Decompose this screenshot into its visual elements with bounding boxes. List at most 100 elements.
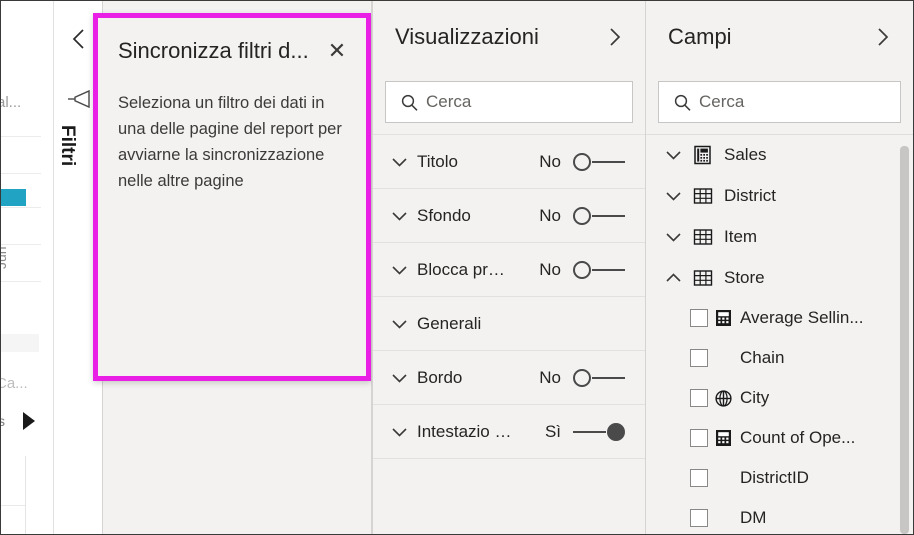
field-table-label: Sales [724, 144, 767, 164]
format-row[interactable]: Generali [373, 296, 645, 350]
expand-chevron[interactable] [391, 210, 417, 222]
report-canvas-sliver: al... Jun Ca... s [1, 1, 52, 534]
field-item-label: Chain [740, 348, 785, 367]
chevron-right-icon [878, 28, 889, 46]
fields-scrollbar[interactable] [900, 146, 909, 534]
field-checkbox[interactable] [690, 309, 708, 327]
filters-pane-title: Filtri [57, 125, 78, 167]
table-icon [693, 187, 713, 204]
expand-chevron[interactable] [391, 372, 417, 384]
format-options-list: Titolo No Sfondo No Blocca pr… No Generali Bord… [373, 134, 645, 534]
chevron-down-icon [392, 319, 407, 329]
field-checkbox[interactable] [690, 509, 708, 527]
measure-table-icon [694, 145, 711, 164]
sync-callout-header: Sincronizza filtri d... ✕ [98, 28, 366, 74]
toggle-knob [573, 368, 591, 387]
field-item[interactable]: Count of Ope... [646, 418, 913, 458]
field-checkbox[interactable] [690, 469, 708, 487]
expand-chevron[interactable] [658, 149, 688, 161]
visualizations-header: Visualizzazioni [373, 1, 645, 73]
field-item[interactable]: DistrictID [646, 458, 913, 498]
chevron-down-icon [665, 232, 681, 242]
field-checkbox[interactable] [690, 429, 708, 447]
toggle-track [592, 376, 625, 379]
expand-chevron[interactable] [391, 426, 417, 438]
measure-icon [715, 430, 731, 446]
format-row-label: Sfondo [417, 205, 471, 225]
format-toggle[interactable] [571, 152, 627, 172]
format-row[interactable]: Titolo No [373, 134, 645, 188]
toggle-track [573, 430, 606, 433]
format-toggle[interactable] [571, 260, 627, 280]
toggle-state-label: No [539, 367, 561, 387]
format-row-label: Blocca pr… [417, 259, 505, 279]
page-title: Visualizzazioni [395, 24, 539, 49]
field-checkbox[interactable] [690, 349, 708, 367]
funnel-icon [67, 89, 90, 109]
expand-chevron[interactable] [391, 264, 417, 276]
toggle-state-label: No [539, 205, 561, 225]
field-item[interactable]: Average Sellin... [646, 298, 913, 338]
format-row[interactable]: Sfondo No [373, 188, 645, 242]
expand-chevron[interactable] [658, 272, 688, 284]
sync-callout-title: Sincronizza filtri d... [118, 38, 309, 63]
field-table-label: Item [724, 226, 758, 246]
field-table-row[interactable]: Item [646, 216, 913, 257]
play-axis-icon[interactable] [23, 412, 35, 430]
expand-chevron[interactable] [658, 231, 688, 243]
field-table-row[interactable]: Store [646, 257, 913, 298]
format-row[interactable]: Blocca pr… No [373, 242, 645, 296]
globe-icon [714, 389, 732, 407]
table-icon [693, 269, 713, 286]
field-item-label: Average Sellin... [740, 308, 864, 327]
table-icon-wrap [688, 269, 718, 287]
chart-gridline [1, 173, 41, 174]
format-row[interactable]: Intestazio … Sì [373, 404, 645, 458]
page-title: Campi [668, 24, 732, 49]
field-checkbox[interactable] [690, 389, 708, 407]
visualizations-search-placeholder: Cerca [426, 92, 472, 111]
globe-icon-wrap [710, 389, 736, 408]
toggle-track [592, 268, 625, 271]
chart-gridline [1, 244, 41, 245]
format-toggle[interactable] [571, 422, 627, 442]
format-toggle[interactable] [571, 368, 627, 388]
sync-filters-callout: Sincronizza filtri d... ✕ Seleziona un f… [93, 13, 371, 381]
expand-chevron[interactable] [391, 318, 417, 330]
expand-chevron[interactable] [391, 156, 417, 168]
field-table-row[interactable]: District [646, 175, 913, 216]
fields-tree: Sales District Item Store Average Sellin... C… [646, 134, 913, 534]
chart-bar [1, 189, 26, 206]
fields-search-input[interactable]: Cerca [658, 81, 901, 123]
expand-chevron[interactable] [658, 190, 688, 202]
toggle-knob [573, 152, 591, 171]
visualizations-panel: Visualizzazioni Cerca Titolo No Sfondo No Bl… [372, 1, 645, 534]
format-toggle[interactable] [571, 206, 627, 226]
fields-search-placeholder: Cerca [699, 92, 745, 111]
measure-icon [715, 310, 731, 326]
chevron-up-icon [665, 272, 681, 282]
table-row-band [1, 334, 39, 352]
sync-callout-body: Seleziona un filtro dei dati in una dell… [118, 94, 342, 190]
power-bi-report-editor: al... Jun Ca... s Filtri Sincronizza fil… [0, 0, 914, 535]
visualizations-search-input[interactable]: Cerca [385, 81, 633, 123]
chevron-down-icon [665, 191, 681, 201]
chevron-down-icon [392, 265, 407, 275]
field-item[interactable]: DM [646, 498, 913, 534]
fields-header: Campi [646, 1, 913, 73]
field-table-row[interactable]: Sales [646, 134, 913, 175]
chevron-down-icon [665, 150, 681, 160]
chart-gridline [1, 281, 41, 282]
expand-fields-button[interactable] [869, 23, 897, 51]
toggle-state-label: No [539, 259, 561, 279]
field-item[interactable]: Chain [646, 338, 913, 378]
close-icon[interactable]: ✕ [322, 36, 352, 66]
measure-table-icon-wrap [688, 145, 718, 165]
format-list-spacer [373, 458, 645, 534]
format-row[interactable]: Bordo No [373, 350, 645, 404]
expand-visualizations-button[interactable] [601, 23, 629, 51]
chart-small-label: s [1, 413, 5, 429]
format-row-label: Intestazio … [417, 421, 512, 441]
field-item[interactable]: City [646, 378, 913, 418]
chart-gridline [1, 136, 41, 137]
